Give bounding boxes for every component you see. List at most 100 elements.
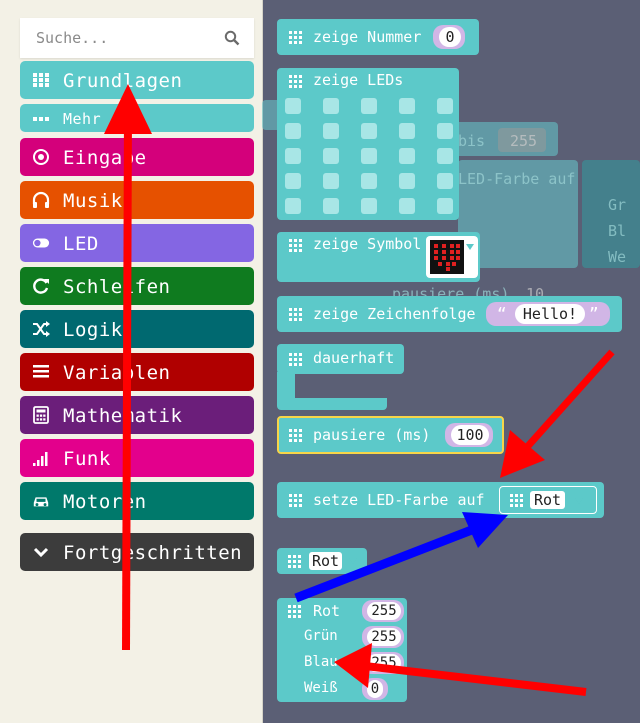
- category-mathematik[interactable]: Mathematik: [20, 396, 254, 434]
- led-cell[interactable]: [437, 123, 453, 139]
- category-motoren[interactable]: Motoren: [20, 482, 254, 520]
- led-cell[interactable]: [361, 148, 377, 164]
- icon-dropdown[interactable]: [426, 236, 478, 278]
- led-cell[interactable]: [399, 98, 415, 114]
- led-cell[interactable]: [399, 198, 415, 214]
- forever-bottom: [277, 398, 387, 410]
- led-cell[interactable]: [437, 173, 453, 189]
- category-variablen[interactable]: Variablen: [20, 353, 254, 391]
- ghost-text: LED-Farbe auf: [458, 170, 576, 188]
- dropdown-arrow-icon: [575, 498, 583, 504]
- led-cell[interactable]: [361, 198, 377, 214]
- category-label: Eingabe: [63, 147, 147, 169]
- blau-input[interactable]: 255: [367, 654, 401, 672]
- block-label: zeige Zeichenfolge: [313, 305, 476, 323]
- number-input[interactable]: 0: [439, 27, 461, 47]
- led-cell[interactable]: [399, 123, 415, 139]
- color-value: Rot: [530, 491, 566, 509]
- show-number-block[interactable]: zeige Nummer 0: [277, 19, 479, 55]
- block-label: setze LED-Farbe auf: [313, 491, 485, 509]
- show-icon-block[interactable]: zeige Symbol: [277, 232, 480, 282]
- grid-icon: [289, 429, 302, 442]
- close-quote-icon: ”: [589, 304, 599, 323]
- block-label: zeige Nummer: [313, 28, 422, 46]
- category-label: Musik: [63, 190, 123, 212]
- ghost-value: 255: [510, 132, 538, 150]
- led-cell[interactable]: [361, 98, 377, 114]
- category-label: Grundlagen: [63, 70, 183, 92]
- category-musik[interactable]: Musik: [20, 181, 254, 219]
- led-cell[interactable]: [285, 123, 301, 139]
- category-label: Fortgeschritten: [63, 542, 243, 564]
- category-eingabe[interactable]: Eingabe: [20, 138, 254, 176]
- ghost-text: We: [608, 248, 627, 266]
- grid-icon: [288, 605, 301, 618]
- ghost-text: bis: [458, 132, 486, 150]
- category-label: LED: [63, 233, 99, 255]
- heart-icon: [434, 244, 460, 271]
- block-label: zeige LEDs: [313, 71, 404, 89]
- led-cell[interactable]: [437, 198, 453, 214]
- block-label: dauerhaft: [313, 349, 395, 367]
- grid-icon: [289, 494, 302, 507]
- pause-ms-input[interactable]: 100: [451, 425, 489, 445]
- set-led-color-block[interactable]: setze LED-Farbe auf Rot: [277, 482, 604, 518]
- led-cell[interactable]: [361, 173, 377, 189]
- open-quote-icon: “: [497, 304, 507, 323]
- color-reporter-block[interactable]: Rot: [277, 548, 367, 574]
- led-cell[interactable]: [323, 198, 339, 214]
- led-cell[interactable]: [285, 148, 301, 164]
- signal-icon: [33, 452, 48, 466]
- grid-icon: [288, 555, 301, 568]
- search-icon[interactable]: [224, 30, 240, 46]
- forever-block[interactable]: dauerhaft: [277, 344, 404, 374]
- rgb-label-blau: Blau: [304, 654, 338, 670]
- search-box[interactable]: Suche...: [20, 18, 254, 58]
- block-label: zeige Symbol: [313, 235, 422, 253]
- category-fortgeschritten[interactable]: Fortgeschritten: [20, 533, 254, 571]
- led-cell[interactable]: [323, 123, 339, 139]
- block-flyout: bis 255 LED-Farbe auf Gr Bl We pausiere …: [262, 0, 640, 723]
- gruen-input[interactable]: 255: [367, 628, 401, 646]
- shuffle-icon: [33, 321, 50, 337]
- category-label: Variablen: [63, 362, 171, 384]
- category-funk[interactable]: Funk: [20, 439, 254, 477]
- category-logik[interactable]: Logik: [20, 310, 254, 348]
- dots-icon: [33, 117, 49, 121]
- category-schleifen[interactable]: Schleifen: [20, 267, 254, 305]
- category-label: Schleifen: [63, 276, 171, 298]
- car-icon: [33, 497, 49, 507]
- category-grundlagen[interactable]: Grundlagen: [20, 61, 254, 99]
- led-cell[interactable]: [323, 173, 339, 189]
- grid-icon: [33, 73, 49, 87]
- show-string-block[interactable]: zeige Zeichenfolge “ Hello! ”: [277, 296, 622, 332]
- category-label: Motoren: [63, 491, 147, 513]
- color-dropdown[interactable]: Rot: [499, 486, 597, 514]
- led-cell[interactable]: [361, 123, 377, 139]
- led-cell[interactable]: [285, 198, 301, 214]
- led-cell[interactable]: [285, 98, 301, 114]
- block-label: pausiere (ms): [313, 426, 431, 444]
- weiss-input[interactable]: 0: [367, 680, 383, 698]
- led-cell[interactable]: [437, 98, 453, 114]
- search-placeholder: Suche...: [36, 29, 109, 47]
- led-cell[interactable]: [323, 148, 339, 164]
- pause-block[interactable]: pausiere (ms) 100: [277, 416, 504, 454]
- show-leds-block[interactable]: zeige LEDs: [277, 68, 459, 220]
- rot-input[interactable]: 255: [367, 602, 401, 620]
- led-cell[interactable]: [437, 148, 453, 164]
- led-cell[interactable]: [285, 173, 301, 189]
- color-value[interactable]: Rot: [309, 552, 343, 570]
- category-led[interactable]: LED: [20, 224, 254, 262]
- target-icon: [33, 149, 49, 165]
- toggle-icon: [32, 238, 50, 248]
- led-cell[interactable]: [323, 98, 339, 114]
- led-cell[interactable]: [399, 148, 415, 164]
- chevron-down-icon: [33, 547, 49, 558]
- category-mehr[interactable]: Mehr: [20, 104, 254, 132]
- grid-icon: [289, 308, 302, 321]
- rgb-block[interactable]: Rot Grün Blau Weiß 255 255 255 0: [277, 598, 407, 702]
- headphones-icon: [32, 191, 50, 208]
- string-input[interactable]: Hello!: [515, 304, 585, 324]
- led-cell[interactable]: [399, 173, 415, 189]
